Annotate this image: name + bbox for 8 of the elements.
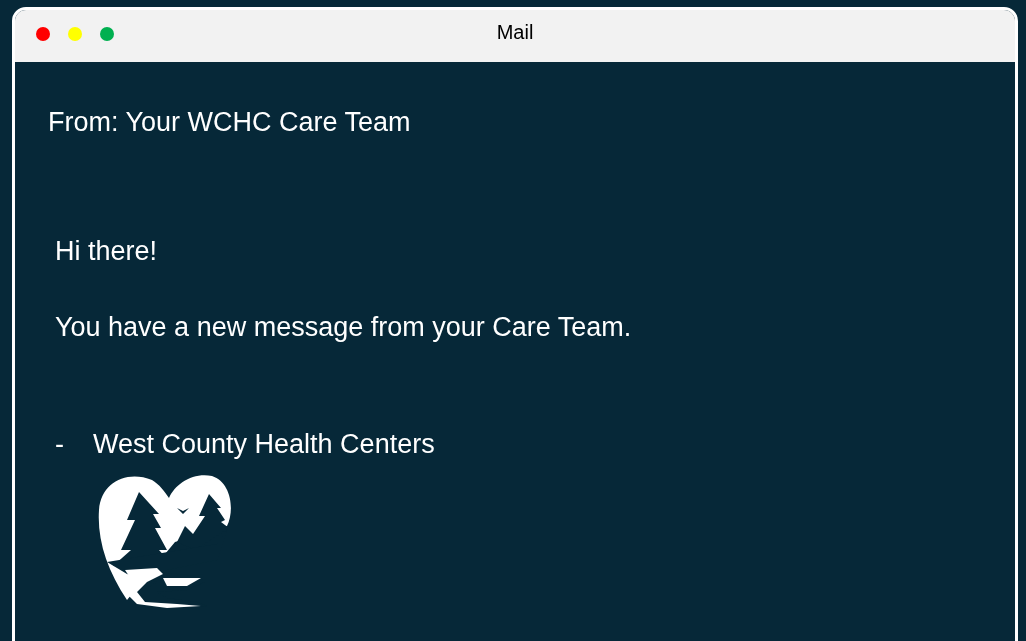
signature-dash: -: [55, 427, 65, 461]
signature-text: West County Health Centers: [93, 427, 435, 461]
close-button[interactable]: [36, 27, 50, 41]
sender-line: From: Your WCHC Care Team: [48, 106, 412, 139]
greeting-text: Hi there!: [55, 234, 159, 268]
zoom-button[interactable]: [100, 27, 114, 41]
message-text: You have a new message from your Care Team.: [55, 311, 633, 344]
window-title: Mail: [496, 20, 534, 45]
